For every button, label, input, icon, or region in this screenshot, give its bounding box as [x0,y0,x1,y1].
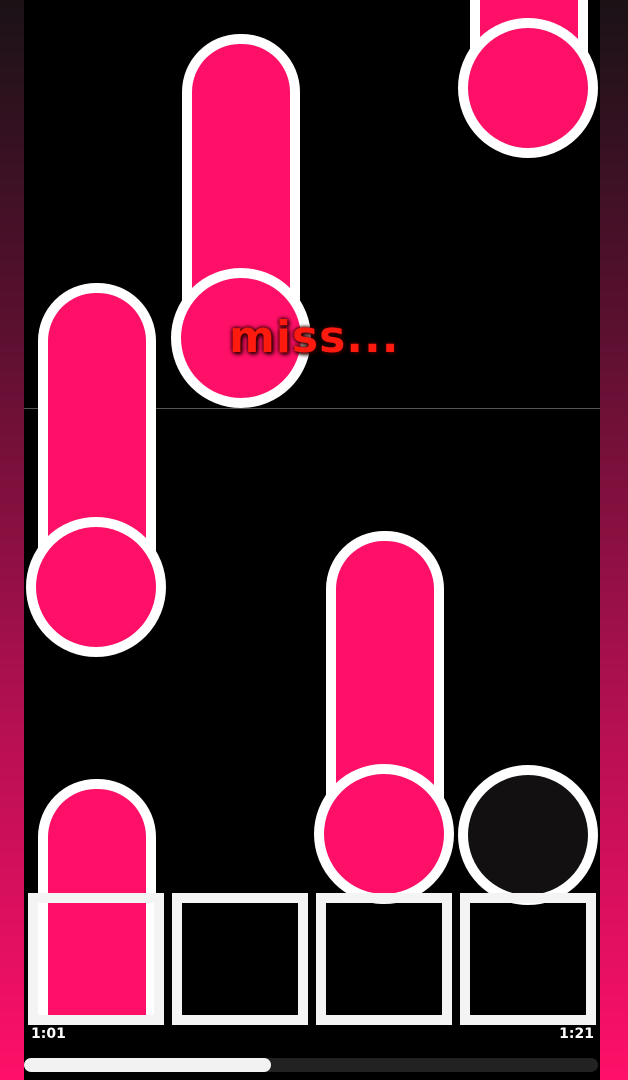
lane-2-receptor[interactable] [172,893,308,1025]
elapsed-time: 1:01 [31,1026,66,1042]
judgement-text: miss... [229,312,400,363]
song-progress-bar [24,1058,598,1072]
hold-note-head [458,18,598,158]
hold-note-head [26,517,166,657]
lane-1-receptor[interactable] [28,893,164,1025]
song-progress-fill [24,1058,271,1072]
lane-3-receptor[interactable] [316,893,452,1025]
play-field: miss... 1:01 1:21 [24,0,600,1080]
total-time: 1:21 [559,1026,594,1042]
hold-note-head [314,764,454,904]
tap-note [458,765,598,905]
lane-4-receptor[interactable] [460,893,596,1025]
